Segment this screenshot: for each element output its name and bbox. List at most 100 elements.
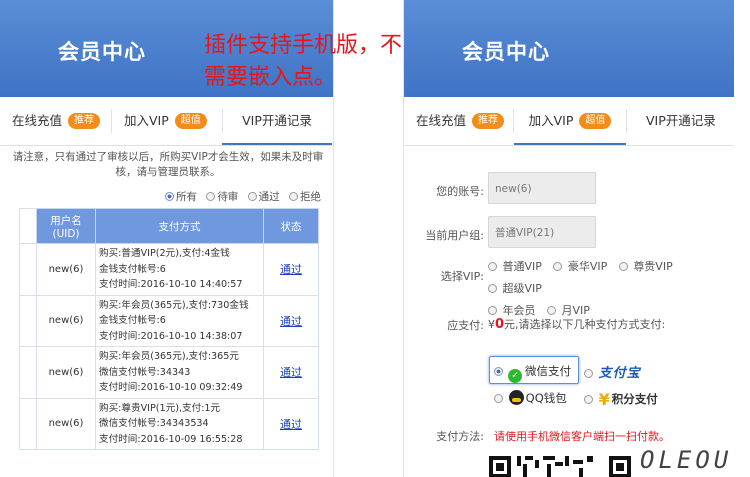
tab-divider [626, 109, 627, 133]
cell-uid: new(6) [36, 243, 96, 296]
filter-label: 通过 [258, 191, 280, 203]
row-indicator [19, 346, 37, 399]
cell-payment: 购买:年会员(365元),支付:365元 微信支付帐号:34343 支付时间:201… [95, 346, 264, 399]
cell-uid: new(6) [36, 294, 96, 347]
group-label: 当前用户组: [425, 229, 484, 242]
group-field: 普通VIP(21) [488, 216, 596, 248]
cell-uid: new(6) [36, 397, 96, 450]
cell-payment: 购买:普通VIP(2元),支付:4金钱 金钱支付帐号:6 支付时间:2016-10-… [95, 243, 264, 296]
wechat-icon: ✓ [508, 369, 522, 383]
vip-options: 普通VIP 豪华VIP 尊贵VIP 超级VIP 年会员 月VIP [488, 256, 728, 322]
vip-option-normal[interactable]: 普通VIP [488, 260, 542, 273]
recommend-badge: 推荐 [68, 112, 101, 129]
amount-text: ¥0元,请选择以下几种支付方式支付: [488, 316, 665, 332]
row-indicator [19, 397, 37, 450]
payment-line: 购买:普通VIP(2元),支付:4金钱 [99, 248, 230, 259]
option-label: 豪华VIP [567, 260, 608, 273]
method-label: 支付方法: [436, 430, 484, 443]
radio-icon [553, 262, 563, 271]
tab-label: 加入VIP [124, 113, 169, 128]
filter-label: 待审 [217, 191, 239, 203]
pay-option-wechat[interactable]: ✓ 微信支付 [494, 363, 571, 383]
filter-rejected[interactable]: 拒绝 [289, 191, 321, 203]
radio-icon [488, 284, 497, 293]
status-link[interactable]: 通过 [280, 418, 302, 431]
watermark: OLEOU [640, 446, 733, 474]
tab-label: 在线充值 [416, 113, 467, 128]
radio-icon [488, 306, 497, 315]
payment-line: 金钱支付帐号:6 [99, 315, 166, 326]
yen-icon: ¥ [598, 390, 610, 409]
status-link[interactable]: 通过 [280, 315, 302, 328]
tab-join-vip[interactable]: 加入VIP 超值 [124, 97, 207, 145]
payment-line: 支付时间:2016-10-10 09:32:49 [99, 382, 243, 393]
vip-option-noble[interactable]: 尊贵VIP [618, 260, 673, 273]
right-tab-bar: 在线充值 推荐 加入VIP 超值 VIP开通记录 [404, 97, 734, 146]
vip-option-super[interactable]: 超级VIP [488, 282, 542, 295]
radio-icon [547, 306, 556, 315]
filter-label: 所有 [175, 191, 197, 203]
column-header-status: 状态 [263, 208, 319, 244]
table-row: new(6) 购买:年会员(365元),支付:365元 微信支付帐号:34343 支… [19, 346, 319, 399]
cell-status: 通过 [263, 294, 319, 347]
account-label: 您的账号: [436, 185, 484, 198]
status-filter: 所有 待审 通过 拒绝 [159, 189, 321, 204]
pay-label: 积分支付 [611, 392, 658, 406]
radio-icon [164, 192, 174, 201]
tab-label: VIP开通记录 [646, 113, 716, 128]
pay-option-points[interactable]: ¥ 积分支付 [584, 390, 658, 409]
column-header-uid: 用户名 (UID) [36, 208, 96, 244]
radio-icon [206, 192, 216, 201]
payment-line: 微信支付帐号:34343534 [99, 418, 209, 429]
cell-status: 通过 [263, 243, 319, 296]
overlay-line: 插件支持手机版，不 [204, 33, 403, 58]
filter-approved[interactable]: 通过 [247, 191, 280, 203]
status-link[interactable]: 通过 [280, 366, 302, 379]
tab-join-vip[interactable]: 加入VIP 超值 [514, 97, 626, 145]
payment-line: 购买:年会员(365元),支付:365元 [99, 351, 239, 362]
table-row: new(6) 购买:尊贵VIP(1元),支付:1元 微信支付帐号:34343534… [19, 397, 319, 450]
vip-option-deluxe[interactable]: 豪华VIP [553, 260, 607, 273]
tab-label: VIP开通记录 [242, 113, 312, 128]
radio-icon [289, 192, 298, 201]
row-indicator [19, 294, 37, 347]
cell-uid: new(6) [36, 346, 96, 399]
status-link[interactable]: 通过 [280, 263, 302, 276]
row-indicator [19, 243, 37, 296]
payment-line: 购买:尊贵VIP(1元),支付:1元 [99, 402, 221, 414]
tab-online-recharge[interactable]: 在线充值 推荐 [416, 97, 505, 145]
amount-label: 应支付: [447, 319, 484, 332]
payment-line: 金钱支付帐号:6 [99, 263, 166, 275]
alipay-logo: 支付宝 [598, 366, 641, 381]
vip-records-table: 用户名 (UID) 支付方式 状态 new(6) 购买:普通VIP(2元),支付… [19, 208, 319, 450]
promo-overlay-text: 插件支持手机版，不 需要嵌入点。 [204, 30, 454, 94]
value-badge: 超值 [174, 112, 207, 129]
qr-code-icon [489, 452, 643, 477]
filter-label: 拒绝 [300, 191, 321, 203]
table-row: new(6) 购买:年会员(365元),支付:730金钱 金钱支付帐号:6 支付时间… [19, 294, 319, 347]
tab-vip-records[interactable]: VIP开通记录 [222, 97, 332, 145]
radio-icon [618, 262, 628, 271]
tab-label: 在线充值 [12, 113, 63, 128]
radio-icon [584, 369, 593, 378]
tab-vip-records[interactable]: VIP开通记录 [646, 97, 716, 145]
radio-icon [494, 367, 503, 376]
table-row: new(6) 购买:普通VIP(2元),支付:4金钱 金钱支付帐号:6 支付时间:2… [19, 243, 319, 296]
option-label: 普通VIP [502, 260, 542, 273]
table-header-row: 用户名 (UID) 支付方式 状态 [19, 208, 319, 244]
pay-label: QQ钱包 [525, 391, 567, 405]
filter-pending[interactable]: 待审 [206, 191, 238, 203]
tab-online-recharge[interactable]: 在线充值 推荐 [12, 97, 101, 145]
payment-line: 支付时间:2016-10-10 14:38:07 [99, 330, 243, 342]
column-header-payment: 支付方式 [95, 208, 264, 244]
filter-all[interactable]: 所有 [164, 191, 197, 203]
option-label: 尊贵VIP [633, 260, 673, 273]
cell-payment: 购买:尊贵VIP(1元),支付:1元 微信支付帐号:34343534 支付时间:20… [95, 397, 264, 450]
left-tab-bar: 在线充值 推荐 加入VIP 超值 VIP开通记录 [0, 97, 333, 146]
value-badge: 超值 [579, 112, 612, 129]
pay-option-qq[interactable]: QQ钱包 [494, 390, 567, 406]
cell-status: 通过 [263, 397, 319, 450]
pay-option-alipay[interactable]: 支付宝 [584, 362, 641, 381]
cell-status: 通过 [263, 346, 319, 399]
page-title: 会员中心 [462, 40, 550, 64]
